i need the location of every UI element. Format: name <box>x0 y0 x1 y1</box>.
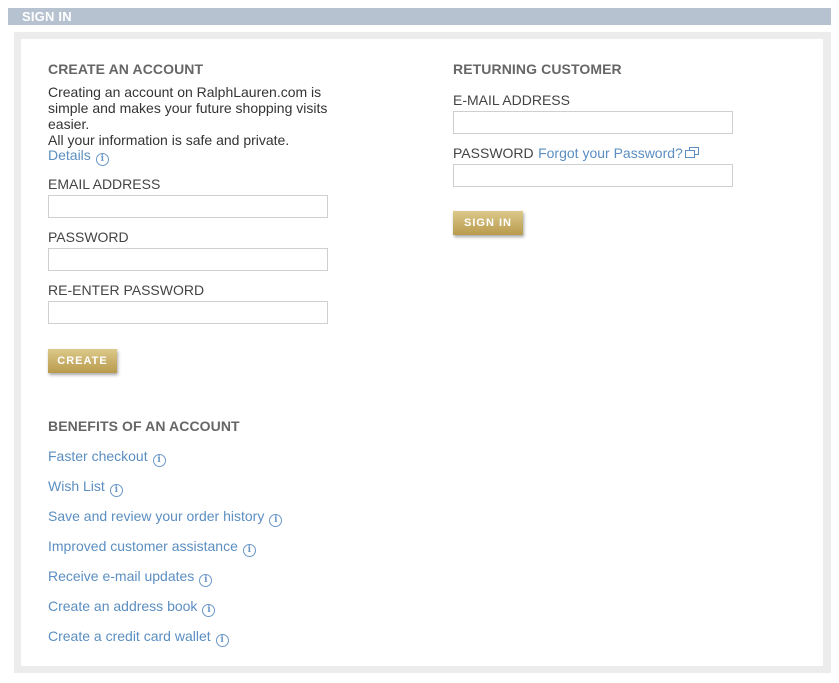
forgot-password-link[interactable]: Forgot your Password? <box>538 145 683 161</box>
benefit-link[interactable]: Create an address book <box>48 598 197 614</box>
signin-email-input[interactable] <box>453 111 733 134</box>
password-label: PASSWORD <box>453 145 534 161</box>
benefit-link[interactable]: Create a credit card wallet <box>48 628 211 644</box>
intro-line: Creating an account on RalphLauren.com i… <box>48 84 322 100</box>
info-icon[interactable]: i <box>199 574 213 587</box>
new-window-icon[interactable] <box>684 147 699 158</box>
info-icon[interactable]: i <box>269 514 283 527</box>
benefit-link[interactable]: Receive e-mail updates <box>48 568 194 584</box>
email-label: EMAIL ADDRESS <box>48 176 161 192</box>
benefit-item: Create a credit card wallet i <box>48 628 229 647</box>
info-icon[interactable]: i <box>202 604 216 617</box>
benefits-heading: BENEFITS OF AN ACCOUNT <box>48 418 240 434</box>
benefit-item: Create an address book i <box>48 598 216 617</box>
info-icon[interactable]: i <box>109 484 123 497</box>
details-link[interactable]: Details <box>48 147 91 163</box>
create-account-heading: CREATE AN ACCOUNT <box>48 61 204 77</box>
details-row: Details i <box>48 147 109 166</box>
benefit-item: Wish List i <box>48 478 123 497</box>
intro-line: simple and makes your future shopping vi… <box>48 100 328 116</box>
signin-password-input[interactable] <box>453 164 733 187</box>
benefit-link[interactable]: Faster checkout <box>48 448 148 464</box>
sign-in-button[interactable]: SIGN IN <box>453 211 523 235</box>
reenter-password-label: RE-ENTER PASSWORD <box>48 282 205 298</box>
reenter-password-input[interactable] <box>48 301 328 324</box>
benefit-item: Save and review your order history i <box>48 508 283 527</box>
signin-panel: CREATE AN ACCOUNT Creating an account on… <box>14 32 831 673</box>
page-title: SIGN IN <box>22 9 72 24</box>
benefit-item: Receive e-mail updates i <box>48 568 213 587</box>
password-label: PASSWORD <box>48 229 129 245</box>
benefit-link[interactable]: Improved customer assistance <box>48 538 238 554</box>
benefit-item: Improved customer assistance i <box>48 538 256 557</box>
password-row: PASSWORD Forgot your Password? <box>453 145 699 163</box>
benefit-item: Faster checkout i <box>48 448 166 467</box>
create-account-intro: Creating an account on RalphLauren.com i… <box>48 84 327 148</box>
email-label: E-MAIL ADDRESS <box>453 92 570 108</box>
info-icon[interactable]: i <box>152 454 166 467</box>
returning-customer-heading: RETURNING CUSTOMER <box>453 61 622 77</box>
create-button[interactable]: CREATE <box>48 349 117 373</box>
create-email-input[interactable] <box>48 195 328 218</box>
benefit-link[interactable]: Wish List <box>48 478 105 494</box>
intro-line: easier. <box>48 116 90 132</box>
signin-panel-inner: CREATE AN ACCOUNT Creating an account on… <box>21 39 823 666</box>
info-icon[interactable]: i <box>95 153 109 166</box>
create-password-input[interactable] <box>48 248 328 271</box>
intro-line: All your information is safe and private… <box>48 132 290 148</box>
info-icon[interactable]: i <box>242 544 256 557</box>
benefit-link[interactable]: Save and review your order history <box>48 508 264 524</box>
info-icon[interactable]: i <box>215 634 229 647</box>
header-bar: SIGN IN <box>8 8 831 25</box>
